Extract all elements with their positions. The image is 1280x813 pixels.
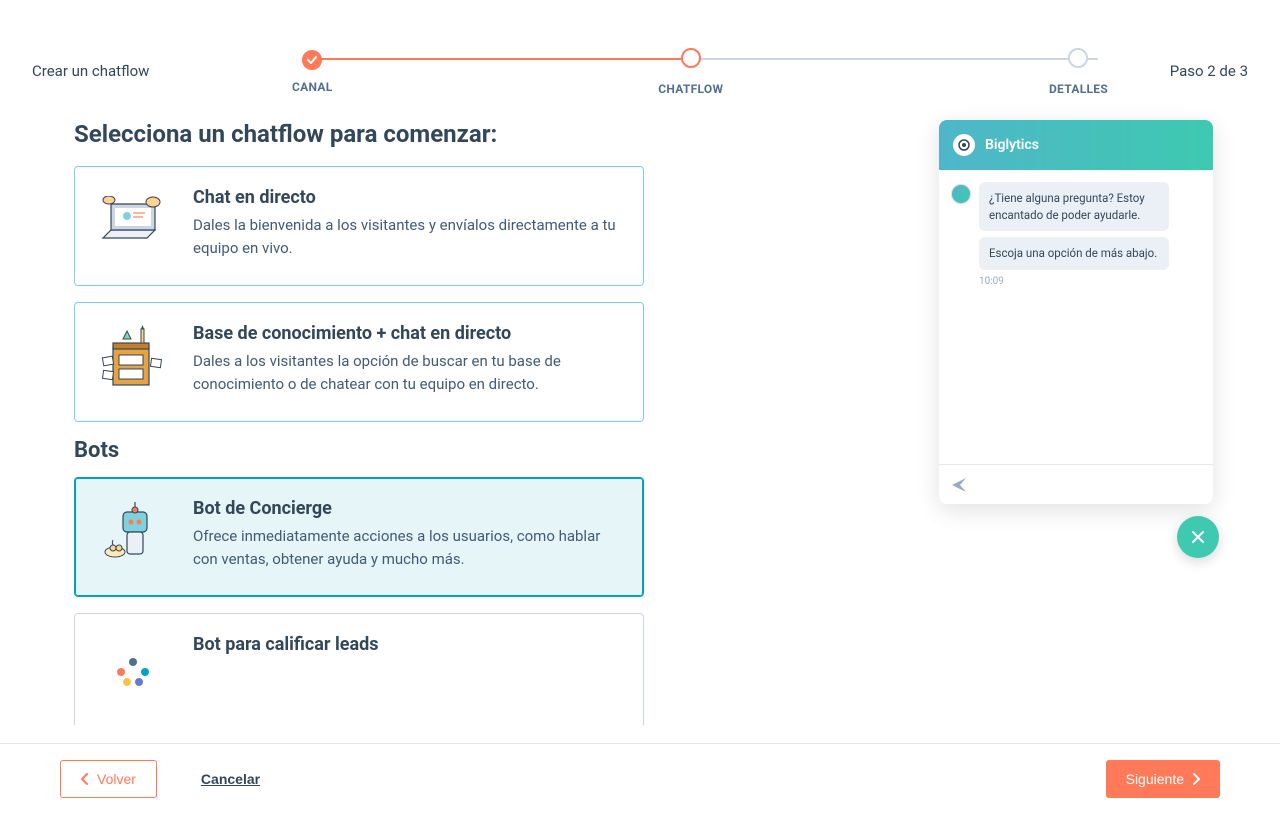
preview-panel: Biglytics ¿Tiene alguna pregunta? Estoy … bbox=[644, 120, 1218, 725]
chat-brand-avatar bbox=[953, 134, 975, 156]
concierge-bot-icon bbox=[95, 498, 171, 574]
step-counter: Paso 2 de 3 bbox=[1108, 40, 1248, 80]
step-active-icon bbox=[681, 48, 701, 68]
card-desc: Dales la bienvenida a los visitantes y e… bbox=[193, 214, 619, 261]
stepper-segment-1 bbox=[302, 58, 700, 60]
stepper-segment-2 bbox=[700, 58, 1098, 60]
bot-avatar-icon bbox=[951, 184, 971, 204]
step-chatflow[interactable]: CHATFLOW bbox=[658, 48, 723, 96]
chat-timestamp: 10:09 bbox=[979, 276, 1201, 287]
knowledgebase-icon bbox=[95, 323, 171, 399]
qualify-leads-icon bbox=[95, 634, 171, 710]
card-title: Base de conocimiento + chat en directo bbox=[193, 323, 619, 344]
card-desc: Dales a los visitantes la opción de busc… bbox=[193, 350, 619, 397]
back-button[interactable]: Volver bbox=[60, 760, 157, 798]
card-desc: Ofrece inmediatamente acciones a los usu… bbox=[193, 525, 619, 572]
next-button[interactable]: Siguiente bbox=[1106, 760, 1220, 798]
step-pending-icon bbox=[1068, 48, 1088, 68]
send-icon bbox=[951, 477, 967, 493]
close-icon bbox=[1190, 529, 1206, 545]
next-button-label: Siguiente bbox=[1126, 771, 1184, 787]
chatflow-options-panel: Selecciona un chatflow para comenzar: bbox=[74, 120, 644, 725]
bots-heading: Bots bbox=[74, 438, 644, 463]
chevron-left-icon bbox=[81, 773, 89, 785]
chat-close-button[interactable] bbox=[1177, 516, 1219, 558]
step-label-chatflow: CHATFLOW bbox=[658, 82, 723, 96]
page-heading: Selecciona un chatflow para comenzar: bbox=[74, 120, 644, 148]
card-title: Chat en directo bbox=[193, 187, 619, 208]
cancel-button-label: Cancelar bbox=[201, 771, 260, 787]
step-label-detalles: DETALLES bbox=[1049, 82, 1108, 96]
cancel-button[interactable]: Cancelar bbox=[181, 760, 280, 798]
chat-message: ¿Tiene alguna pregunta? Estoy encantado … bbox=[979, 182, 1169, 231]
option-kb-live-chat[interactable]: Base de conocimiento + chat en directo D… bbox=[74, 302, 644, 422]
card-title: Bot para calificar leads bbox=[193, 634, 619, 655]
option-qualify-leads-bot[interactable]: Bot para calificar leads bbox=[74, 613, 644, 725]
wizard-title: Crear un chatflow bbox=[32, 40, 292, 80]
chat-preview-widget: Biglytics ¿Tiene alguna pregunta? Estoy … bbox=[939, 120, 1213, 504]
step-done-icon bbox=[302, 50, 322, 70]
card-title: Bot de Concierge bbox=[193, 498, 619, 519]
chat-header: Biglytics bbox=[939, 120, 1213, 170]
option-live-chat[interactable]: Chat en directo Dales la bienvenida a lo… bbox=[74, 166, 644, 286]
back-button-label: Volver bbox=[97, 771, 136, 787]
chat-brand-name: Biglytics bbox=[985, 137, 1039, 153]
chat-body: ¿Tiene alguna pregunta? Estoy encantado … bbox=[939, 170, 1213, 464]
chat-input-area[interactable] bbox=[939, 464, 1213, 504]
step-canal[interactable]: CANAL bbox=[292, 50, 333, 94]
chat-message: Escoja una opción de más abajo. bbox=[979, 237, 1169, 270]
wizard-footer: Volver Cancelar Siguiente bbox=[0, 743, 1280, 813]
wizard-stepper: CANAL CHATFLOW DETALLES bbox=[292, 48, 1108, 96]
chevron-right-icon bbox=[1192, 773, 1200, 785]
step-detalles[interactable]: DETALLES bbox=[1049, 48, 1108, 96]
option-concierge-bot[interactable]: Bot de Concierge Ofrece inmediatamente a… bbox=[74, 477, 644, 597]
wizard-header: Crear un chatflow CANAL CHATFLOW DETALLE… bbox=[0, 0, 1280, 100]
step-label-canal: CANAL bbox=[292, 80, 333, 94]
laptop-chat-icon bbox=[95, 187, 171, 263]
main-content: Selecciona un chatflow para comenzar: bbox=[0, 100, 1280, 725]
